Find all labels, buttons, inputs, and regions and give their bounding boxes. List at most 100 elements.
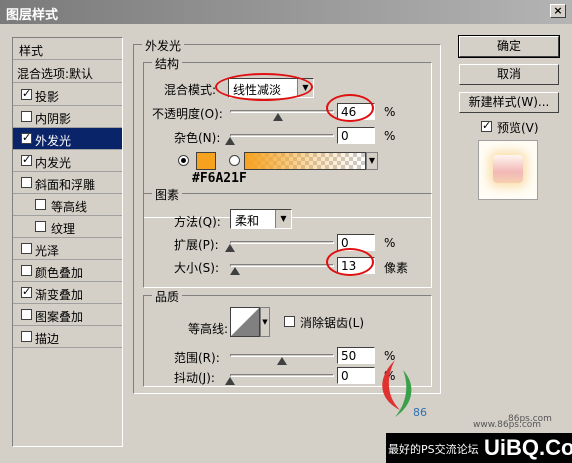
style-list-item[interactable]: 渐变叠加 bbox=[13, 282, 122, 304]
preview-swatch bbox=[493, 155, 523, 183]
style-item-label: 描边 bbox=[35, 332, 60, 346]
antialias-label: 消除锯齿(L) bbox=[300, 316, 365, 330]
size-slider-track[interactable] bbox=[230, 264, 334, 267]
blend-options-item[interactable]: 混合选项:默认 bbox=[13, 61, 122, 83]
glow-color-swatch[interactable] bbox=[196, 152, 216, 170]
solid-color-radio[interactable] bbox=[178, 155, 189, 166]
opacity-slider-thumb[interactable] bbox=[272, 113, 283, 121]
style-item-checkbox[interactable] bbox=[21, 153, 32, 166]
style-list-item[interactable]: 图案叠加 bbox=[13, 304, 122, 326]
style-item-label: 投影 bbox=[35, 90, 60, 104]
new-style-button[interactable]: 新建样式(W)... bbox=[459, 92, 559, 113]
outer-glow-title: 外发光 bbox=[142, 37, 185, 54]
style-item-checkbox[interactable] bbox=[21, 111, 32, 122]
blend-mode-label: 混合模式: bbox=[164, 83, 217, 97]
style-list-item[interactable]: 光泽 bbox=[13, 238, 122, 260]
color-hex-label: #F6A21F bbox=[192, 171, 247, 186]
style-list-item[interactable]: 纹理 bbox=[13, 216, 122, 238]
jitter-value: 0 bbox=[341, 369, 349, 383]
noise-slider-track[interactable] bbox=[230, 134, 334, 137]
style-item-checkbox[interactable] bbox=[21, 131, 32, 144]
watermark-brand: UiBQ.CoM bbox=[484, 435, 572, 460]
title-bar: 图层样式 × bbox=[0, 0, 572, 24]
style-list-item[interactable]: 描边 bbox=[13, 326, 122, 348]
ok-button[interactable]: 确定 bbox=[458, 35, 560, 58]
style-list-item[interactable]: 内发光 bbox=[13, 150, 122, 172]
styles-header-label: 样式 bbox=[19, 44, 44, 58]
method-select[interactable]: 柔和 ▼ bbox=[230, 209, 292, 229]
style-item-checkbox[interactable] bbox=[21, 177, 32, 188]
style-item-label: 内阴影 bbox=[35, 112, 72, 126]
watermark-tagline: 最好的PS交流论坛 bbox=[388, 443, 479, 456]
noise-slider-thumb[interactable] bbox=[225, 137, 235, 145]
style-list-item[interactable]: 斜面和浮雕 bbox=[13, 172, 122, 194]
close-button[interactable]: × bbox=[550, 4, 566, 18]
style-item-label: 等高线 bbox=[51, 200, 88, 214]
size-unit: 像素 bbox=[384, 261, 409, 275]
style-item-checkbox[interactable] bbox=[21, 285, 32, 298]
style-list-item[interactable]: 颜色叠加 bbox=[13, 260, 122, 282]
contour-label: 等高线: bbox=[188, 322, 229, 336]
style-item-checkbox[interactable] bbox=[35, 199, 46, 210]
spread-label: 扩展(P): bbox=[174, 238, 219, 252]
style-item-label: 内发光 bbox=[35, 156, 72, 170]
style-item-checkbox[interactable] bbox=[35, 221, 46, 232]
opacity-unit: % bbox=[384, 105, 396, 119]
cancel-button[interactable]: 取消 bbox=[459, 64, 559, 85]
contour-curve-icon bbox=[231, 308, 259, 336]
opacity-label: 不透明度(O): bbox=[152, 107, 223, 121]
noise-input[interactable]: 0 bbox=[337, 127, 375, 144]
method-label: 方法(Q): bbox=[174, 215, 221, 229]
style-item-label: 图案叠加 bbox=[35, 310, 84, 324]
size-slider-thumb[interactable] bbox=[230, 267, 241, 275]
chevron-down-icon: ▼ bbox=[275, 210, 291, 228]
style-list-item[interactable]: 等高线 bbox=[13, 194, 122, 216]
watermark-bar: 最好的PS交流论坛 UiBQ.CoM bbox=[386, 433, 572, 463]
range-slider-thumb[interactable] bbox=[277, 357, 287, 365]
spread-slider-thumb[interactable] bbox=[225, 244, 235, 252]
style-item-label: 颜色叠加 bbox=[35, 266, 84, 280]
gradient-swatch[interactable] bbox=[244, 152, 366, 170]
spread-slider-track[interactable] bbox=[230, 241, 334, 244]
blend-mode-highlight bbox=[215, 73, 313, 101]
antialias-checkbox[interactable] bbox=[284, 316, 295, 327]
style-list-item[interactable]: 内阴影 bbox=[13, 106, 122, 128]
style-item-checkbox[interactable] bbox=[21, 331, 32, 342]
style-item-checkbox[interactable] bbox=[21, 243, 32, 254]
logo-swoosh-icon bbox=[382, 360, 412, 417]
size-highlight bbox=[326, 248, 374, 276]
opacity-highlight bbox=[326, 94, 374, 122]
noise-value: 0 bbox=[341, 129, 349, 143]
elements-group: 图素 方法(Q): 柔和 ▼ 扩展(P): 0 % 大小(S): 13 像素 bbox=[143, 186, 432, 288]
style-list-item[interactable]: 外发光 bbox=[13, 128, 122, 150]
blend-options-label: 混合选项:默认 bbox=[17, 67, 94, 81]
style-item-checkbox[interactable] bbox=[21, 87, 32, 100]
noise-label: 杂色(N): bbox=[174, 131, 221, 145]
chevron-down-icon[interactable]: ▼ bbox=[366, 152, 378, 170]
method-value: 柔和 bbox=[235, 214, 260, 228]
styles-header[interactable]: 样式 bbox=[13, 38, 122, 60]
style-list-item[interactable]: 投影 bbox=[13, 84, 122, 106]
preview-checkbox[interactable] bbox=[481, 119, 492, 132]
style-item-label: 斜面和浮雕 bbox=[35, 178, 96, 192]
style-item-checkbox[interactable] bbox=[21, 265, 32, 276]
watermark-logo-text: 86 bbox=[413, 406, 427, 419]
style-preview-box bbox=[478, 140, 538, 200]
jitter-slider-thumb[interactable] bbox=[225, 377, 235, 385]
style-item-checkbox[interactable] bbox=[21, 309, 32, 320]
spread-unit: % bbox=[384, 236, 396, 250]
jitter-slider-track[interactable] bbox=[230, 374, 334, 377]
style-list: 样式 混合选项:默认 投影内阴影外发光内发光斜面和浮雕等高线纹理光泽颜色叠加渐变… bbox=[12, 37, 123, 447]
noise-unit: % bbox=[384, 129, 396, 143]
range-label: 范围(R): bbox=[174, 351, 220, 365]
structure-title: 结构 bbox=[152, 55, 183, 72]
quality-title: 品质 bbox=[152, 288, 183, 305]
watermark-site-url: www.86ps.com bbox=[473, 420, 542, 430]
gradient-radio[interactable] bbox=[229, 155, 240, 166]
contour-preview[interactable] bbox=[230, 307, 260, 337]
style-item-label: 纹理 bbox=[51, 222, 76, 236]
window-title: 图层样式 bbox=[6, 8, 59, 23]
size-label: 大小(S): bbox=[174, 261, 220, 275]
chevron-down-icon[interactable]: ▼ bbox=[260, 307, 270, 337]
jitter-label: 抖动(J): bbox=[174, 371, 215, 385]
